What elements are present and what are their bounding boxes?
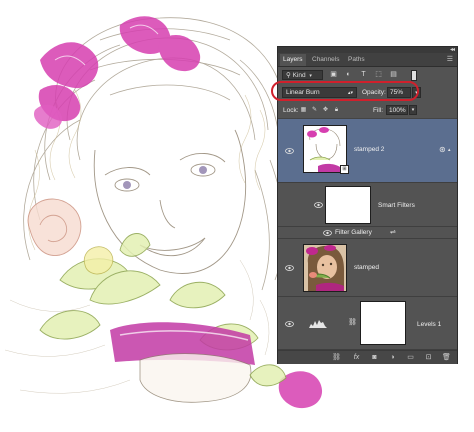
fill-slider-toggle[interactable]: ▾ [409,105,417,115]
tab-layers[interactable]: Layers [280,54,306,66]
eye-icon[interactable] [285,148,294,154]
new-layer-icon[interactable]: ⊡ [424,354,433,362]
layer-thumbnail-stamped [303,244,347,292]
shape-layer-filter-icon[interactable]: ⬚ [374,70,383,79]
lock-label: Lock: [283,107,299,114]
type-layer-filter-icon[interactable]: T [359,70,368,79]
lock-transparent-pixels-icon[interactable]: ▦ [300,107,307,114]
eye-icon[interactable] [323,230,332,236]
fill-field[interactable]: 100% [386,105,408,115]
smart-object-badge-icon: ⊞ [340,165,349,174]
adjustment-layer-filter-icon[interactable]: ◐ [344,70,353,79]
tab-paths[interactable]: Paths [345,54,368,66]
filter-gallery-label[interactable]: Filter Gallery [335,229,372,236]
blend-row: Linear Burn ▴▾ Opacity: 75% ▾ [271,81,457,101]
smart-filters-row[interactable]: Smart Filters [278,183,457,227]
filter-kind-label: Kind [292,72,306,79]
pixel-layer-filter-icon[interactable]: ▣ [329,70,338,79]
tab-channels[interactable]: Channels [309,54,342,66]
mask-link-icon[interactable]: ⛓︎ [348,318,357,326]
mask-icon[interactable]: ◙ [370,354,379,362]
eye-icon[interactable] [285,265,294,271]
layer-row-stamped[interactable]: stamped [278,239,457,297]
filter-toggle[interactable] [411,70,417,81]
fill-label: Fill: [373,107,384,114]
layer-row-levels-1[interactable]: ⛓︎ Levels 1 [278,297,457,350]
levels-histogram-icon [309,320,327,328]
lock-all-icon[interactable]: 🔒︎ [333,107,340,114]
lock-position-icon[interactable]: ✥ [322,107,329,114]
layer-filter-row: ⚲ Kind ▾ ▣ ◐ T ⬚ ▤ [278,67,457,82]
layers-bottom-toolbar: ⛓︎ fx ◙ ◑ ▭ ⊡ 🗑︎ [278,350,457,364]
red-highlight-ring [271,81,419,101]
expand-triangle-icon[interactable]: ▴ [448,147,451,153]
search-icon: ⚲ [286,72,291,79]
smart-filter-indicator-icon[interactable]: ⊛ [439,145,446,154]
filter-options-icon[interactable]: ⇌ [390,228,396,236]
layer-name-stamped-2[interactable]: stamped 2 [354,146,384,153]
adjustment-icon[interactable]: ◑ [388,354,397,362]
panel-menu-icon[interactable]: ☰ [447,55,453,63]
filter-gallery-row[interactable]: Filter Gallery ⇌ [278,227,457,239]
trash-icon[interactable]: 🗑︎ [442,354,451,362]
panel-tab-bar: Layers Channels Paths ☰ [278,53,457,67]
link-icon[interactable]: ⛓︎ [332,354,341,362]
lock-row: Lock: ▦ ✎ ✥ 🔒︎ Fill: 100% ▾ [278,103,457,119]
lock-image-pixels-icon[interactable]: ✎ [311,107,318,114]
collapse-panel-icon[interactable]: ◂◂ [450,46,455,53]
smart-filter-mask-thumbnail [325,186,371,224]
chevron-down-icon: ▾ [309,73,312,79]
layer-name-stamped[interactable]: stamped [354,264,379,271]
smart-filters-label: Smart Filters [378,202,415,209]
layer-row-stamped-2[interactable]: ⊞ stamped 2 ⊛ ▴ [278,119,457,183]
eye-icon[interactable] [314,202,323,208]
layer-name-levels-1[interactable]: Levels 1 [417,321,441,328]
layers-panel: ◂◂ Layers Channels Paths ☰ ⚲ Kind ▾ ▣ ◐ … [271,46,458,364]
eye-icon[interactable] [285,321,294,327]
levels-mask-thumbnail [360,301,406,345]
filter-kind-select[interactable]: ⚲ Kind ▾ [282,70,323,80]
group-icon[interactable]: ▭ [406,354,415,362]
fx-icon[interactable]: fx [352,354,361,362]
smart-object-filter-icon[interactable]: ▤ [389,70,398,79]
